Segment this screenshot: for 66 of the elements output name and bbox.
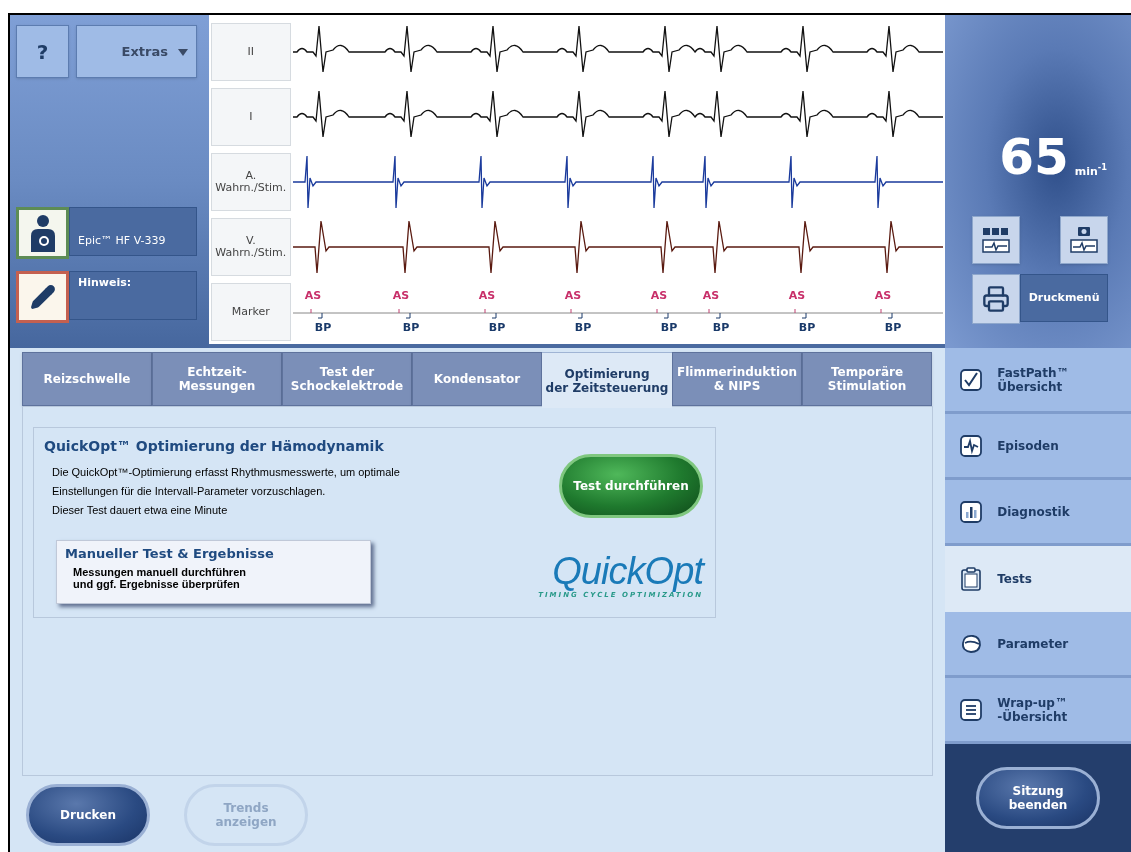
marker-label: AS [392, 289, 410, 301]
extras-dropdown[interactable]: Extras [76, 25, 197, 78]
marker-label: AS [702, 289, 720, 301]
bar-chart-icon [959, 498, 984, 525]
waveform-scale-button[interactable] [972, 216, 1021, 264]
note-field: Hinweis: [69, 271, 197, 320]
run-test-button[interactable]: Test durchführen [559, 454, 703, 518]
snapshot-button[interactable] [1060, 216, 1109, 264]
card-text: Messungen manuell durchführen und ggf. Ergebnisse überprüfen [73, 565, 247, 590]
list-icon [959, 696, 984, 723]
quickopt-logo: QuickOpt [552, 552, 703, 590]
nav-item[interactable]: Wrap-up™ -Übersicht [945, 678, 1131, 744]
marker-label: AS [874, 289, 892, 301]
section-title: QuickOpt™ Optimierung der Hämodynamik [44, 437, 385, 456]
nav-item[interactable]: FastPath™ Übersicht [945, 348, 1131, 414]
note-edit-button[interactable] [16, 271, 69, 323]
pencil-icon [29, 284, 56, 310]
print-menu-icon [972, 274, 1021, 324]
tab[interactable]: Reizschwelle [22, 352, 152, 406]
marker-label: AS [478, 289, 496, 301]
pulse-icon [959, 432, 984, 459]
checkmark-icon [959, 366, 984, 393]
marker-label: BP [660, 321, 678, 333]
tab[interactable]: Temporäre Stimulation [802, 352, 932, 406]
marker-label: BP [712, 321, 730, 333]
tab[interactable]: Test der Schockelektrode [282, 352, 412, 406]
print-menu-button[interactable]: Druckmenü [1020, 274, 1109, 322]
patient-icon [16, 207, 69, 259]
tab[interactable]: Optimierung der Zeitsteuerung [542, 352, 672, 408]
tab[interactable]: Echtzeit- Messungen [152, 352, 282, 406]
lane-label: I [210, 87, 291, 146]
marker-label: AS [564, 289, 582, 301]
heart-rate-value: 65 [999, 132, 1069, 182]
nav-item[interactable]: Parameter [945, 612, 1131, 678]
marker-label: BP [314, 321, 332, 333]
zoom-controls-icon [981, 225, 1012, 255]
marker-label: BP [798, 321, 816, 333]
help-button[interactable]: ? [16, 25, 69, 78]
marker-label: AS [304, 289, 322, 301]
caret-icon [178, 47, 188, 56]
lane-label: II [210, 22, 291, 81]
nav-item[interactable]: Tests [945, 546, 1131, 612]
print-button[interactable]: Drucken [26, 784, 150, 846]
marker-label: BP [402, 321, 420, 333]
manual-test-card[interactable]: Manueller Test & Ergebnisse Messungen manuell durchführen und ggf. Ergebnisse überprüfen [56, 540, 371, 604]
lane-label: A. Wahrn./Stim. [210, 152, 291, 211]
tab[interactable]: Flimmerinduktion & NIPS [672, 352, 802, 406]
lane-label: V. Wahrn./Stim. [210, 217, 291, 276]
lane-label: Marker [210, 282, 291, 341]
card-title: Manueller Test & Ergebnisse [65, 545, 275, 563]
description-line: Die QuickOpt™-Optimierung erfasst Rhythmusmesswerte, um optimale [52, 465, 400, 480]
marker-label: BP [884, 321, 902, 333]
clipboard-icon [959, 566, 984, 592]
end-session-button[interactable]: Sitzung beenden [976, 767, 1101, 829]
marker-label: AS [650, 289, 668, 301]
nav-item[interactable]: Diagnostik [945, 480, 1131, 546]
description-line: Dieser Test dauert etwa eine Minute [52, 503, 229, 518]
description-line: Einstellungen für die Intervall-Parameter vorzuschlagen. [52, 484, 327, 499]
marker-label: BP [574, 321, 592, 333]
camera-icon [1069, 225, 1100, 255]
marker-label: BP [488, 321, 506, 333]
device-label: Epic™ HF V-339 [69, 207, 197, 256]
nav-item[interactable]: Episoden [945, 414, 1131, 480]
tab[interactable]: Kondensator [412, 352, 542, 406]
heart-rate-unit: min$^{-1}$ [1074, 163, 1107, 180]
marker-label: AS [788, 289, 806, 301]
